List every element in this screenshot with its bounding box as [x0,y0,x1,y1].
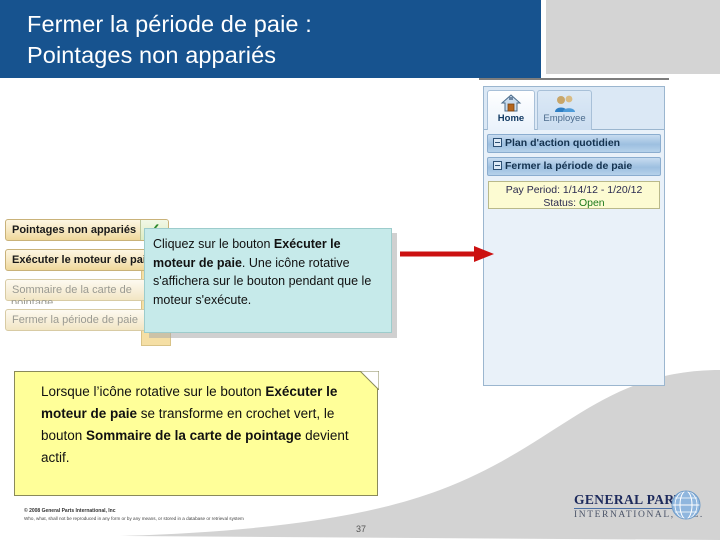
section-bar-close-pay-period[interactable]: Fermer la période de paie [487,157,661,176]
section-bar-daily-action-plan[interactable]: Plan d'action quotidien [487,134,661,153]
tab-home[interactable]: Home [487,90,535,130]
globe-icon [671,490,701,520]
tab-home-label: Home [497,113,525,124]
callout-cyan: Cliquez sur le bouton Exécuter le moteur… [144,228,392,333]
title-line-2: Pointages non appariés [27,42,277,68]
section-bar-close-pay-period-label: Fermer la période de paie [505,160,633,172]
callout-yellow-bold2: Sommaire de la carte de pointage [86,428,302,443]
slide-canvas: Fermer la période de paie : Pointages no… [0,0,720,540]
collapse-box-icon[interactable] [493,160,502,170]
page-title: Fermer la période de paie : Pointages no… [0,0,541,78]
app-panel: Home Employee Plan d'action quotidien Fe… [483,86,665,386]
button-timecard-summary-label-line2: pointage [11,297,54,304]
footer-copyright: © 2008 General Parts International, Inc … [24,508,344,522]
tab-strip: Home Employee [484,87,664,130]
title-right-block [546,0,720,74]
title-underline-rule [479,78,669,80]
button-timecard-summary-label: Sommaire de la carte de [12,284,132,296]
red-arrow-icon [400,246,494,262]
page-number: 37 [355,524,366,534]
title-line-1: Fermer la période de paie : [27,11,312,37]
tab-employee-label: Employee [543,113,586,124]
pay-period-status: Status: Open [489,197,659,209]
callout-yellow-part1: Lorsque l’icône rotative sur le bouton [41,384,266,399]
home-icon [488,93,534,113]
pay-period-status-box: Pay Period: 1/14/12 - 1/20/12 Status: Op… [488,181,660,209]
tab-employee[interactable]: Employee [537,90,592,130]
callout-yellow: Lorsque l’icône rotative sur le bouton E… [14,371,378,496]
collapse-box-icon[interactable] [493,137,502,147]
section-bar-daily-action-plan-label: Plan d'action quotidien [505,137,621,149]
company-logo: GENERAL PARTS INTERNATIONAL, INC. [574,490,710,526]
button-unmatched-punches-label: Pointages non appariés [12,224,137,236]
pay-period-status-label: Status: [543,197,579,209]
confidentiality-line: Who, what, shall not be reproduced in an… [24,516,244,521]
button-tab-stub [141,331,171,346]
button-close-pay-period-label: Fermer la période de paie [12,314,138,326]
employee-icon [538,93,591,113]
copyright-line: © 2008 General Parts International, Inc [24,508,116,514]
pay-period-dates: Pay Period: 1/14/12 - 1/20/12 [505,184,643,196]
button-run-payroll-engine-label: Exécuter le moteur de paie [12,254,152,266]
status-badge: Open [578,197,605,209]
callout-cyan-part1: Cliquez sur le bouton [153,237,274,251]
